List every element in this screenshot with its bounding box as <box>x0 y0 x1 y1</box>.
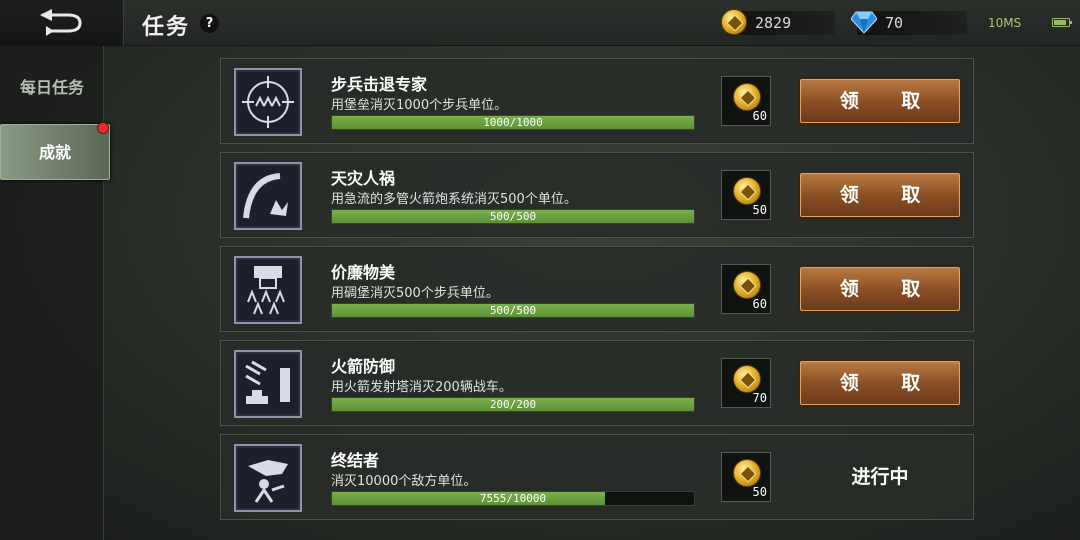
claim-button[interactable]: 领 取 <box>800 79 960 123</box>
task-title: 天灾人祸 <box>331 169 396 188</box>
notification-dot <box>97 122 109 134</box>
progress-bar: 500/500 <box>331 209 695 224</box>
rocket-tower-icon <box>234 350 302 418</box>
reward-slot[interactable]: 50 <box>721 170 771 220</box>
task-description: 消灭10000个敌方单位。 <box>331 474 477 489</box>
progress-bar: 7555/10000 <box>331 491 695 506</box>
gold-coin-icon <box>733 459 761 487</box>
reward-slot[interactable]: 60 <box>721 76 771 126</box>
task-title: 步兵击退专家 <box>331 75 428 94</box>
battery-icon <box>1052 18 1072 27</box>
reward-slot[interactable]: 70 <box>721 358 771 408</box>
task-row: 价廉物美 用碉堡消灭500个步兵单位。 500/500 60 领 取 <box>220 246 974 332</box>
gold-coin-icon <box>721 9 747 35</box>
page-title: 任务 <box>142 15 191 40</box>
progress-text: 1000/1000 <box>483 116 543 129</box>
network-latency: 10MS <box>988 16 1022 30</box>
task-description: 用碉堡消灭500个步兵单位。 <box>331 286 499 301</box>
top-bar: 任务 ? 2829 70 10MS <box>0 0 1080 46</box>
task-row: 终结者 消灭10000个敌方单位。 7555/10000 50 进行中 <box>220 434 974 520</box>
task-description: 用堡垒消灭1000个步兵单位。 <box>331 98 508 113</box>
claim-button[interactable]: 领 取 <box>800 361 960 405</box>
claim-button[interactable]: 领 取 <box>800 173 960 217</box>
reward-amount: 60 <box>752 109 767 123</box>
in-progress-status: 进行中 <box>851 466 909 488</box>
task-row: 火箭防御 用火箭发射塔消灭200辆战车。 200/200 70 领 取 <box>220 340 974 426</box>
back-button[interactable] <box>0 0 124 46</box>
diamond-icon <box>851 11 877 34</box>
progress-text: 200/200 <box>489 398 537 411</box>
crosshair-infantry-icon <box>234 68 302 136</box>
reward-amount: 70 <box>752 391 767 405</box>
progress-bar: 500/500 <box>331 303 695 318</box>
progress-text: 7555/10000 <box>479 492 547 505</box>
reward-amount: 60 <box>752 297 767 311</box>
tab-daily-tasks[interactable]: 每日任务 <box>0 60 104 116</box>
claim-button[interactable]: 领 取 <box>800 267 960 311</box>
gold-coin-icon <box>733 83 761 111</box>
gold-coin-icon <box>733 365 761 393</box>
gem-amount: 70 <box>885 14 904 32</box>
gold-coin-icon <box>733 271 761 299</box>
task-title: 火箭防御 <box>331 357 396 376</box>
progress-bar: 1000/1000 <box>331 115 695 130</box>
rocket-barrage-icon <box>234 162 302 230</box>
progress-bar: 200/200 <box>331 397 695 412</box>
terminator-soldier-icon <box>234 444 302 512</box>
help-icon[interactable]: ? <box>200 14 219 33</box>
progress-text: 500/500 <box>489 210 537 223</box>
reward-slot[interactable]: 50 <box>721 452 771 502</box>
gold-amount: 2829 <box>755 14 792 32</box>
task-row: 步兵击退专家 用堡垒消灭1000个步兵单位。 1000/1000 60 领 取 <box>220 58 974 144</box>
gem-counter[interactable]: 70 <box>851 11 967 35</box>
reward-amount: 50 <box>752 203 767 217</box>
reward-amount: 50 <box>752 485 767 499</box>
progress-text: 500/500 <box>489 304 537 317</box>
task-description: 用火箭发射塔消灭200辆战车。 <box>331 380 512 395</box>
task-title: 价廉物美 <box>331 263 396 282</box>
task-description: 用急流的多管火箭炮系统消灭500个单位。 <box>331 192 577 207</box>
reward-slot[interactable]: 60 <box>721 264 771 314</box>
sidebar <box>0 46 104 540</box>
back-arrow-icon <box>39 9 82 36</box>
bunker-infantry-icon <box>234 256 302 324</box>
task-row: 天灾人祸 用急流的多管火箭炮系统消灭500个单位。 500/500 50 领 取 <box>220 152 974 238</box>
tab-achievements[interactable]: 成就 <box>0 124 110 180</box>
gold-counter[interactable]: 2829 <box>721 9 835 35</box>
task-title: 终结者 <box>331 451 380 470</box>
gold-coin-icon <box>733 177 761 205</box>
